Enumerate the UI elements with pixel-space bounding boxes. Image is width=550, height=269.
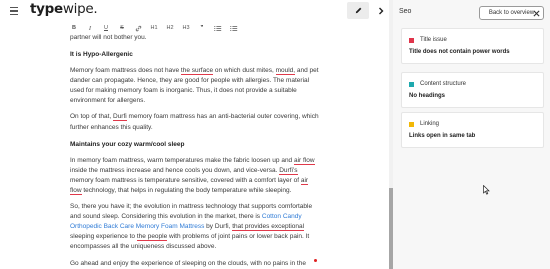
seo-card-title-issue[interactable]: Title issue Title does not contain power… (401, 28, 544, 64)
card-label: Linking (420, 121, 440, 127)
heading-cozy-sleep: Maintains your cozy warm/cool sleep (70, 140, 185, 148)
paragraph: On top of that, Durfi memory foam mattre… (70, 113, 319, 131)
spelling-mark[interactable]: that provides exceptional (232, 223, 305, 232)
issue-marker (314, 259, 317, 262)
app-logo: typewipe. (30, 1, 98, 17)
card-value: Title does not contain power words (409, 49, 510, 55)
link-icon (135, 25, 141, 31)
close-icon[interactable] (530, 6, 542, 20)
editor-content[interactable]: partner will not bother you. It is Hypo-… (70, 33, 320, 269)
paragraph: Go ahead and enjoy the experience of sle… (70, 259, 306, 267)
sidebar-title: Seo (399, 8, 412, 15)
spelling-mark[interactable]: air flow (293, 156, 315, 165)
seo-card-linking[interactable]: Linking Links open in same tab (401, 112, 544, 148)
spelling-mark[interactable]: Durfi (113, 113, 127, 122)
paragraph: Memory foam mattress does not have the s… (70, 67, 319, 105)
card-label: Content structure (420, 81, 467, 87)
spelling-mark[interactable]: mould, (275, 67, 296, 76)
card-value: No headings (409, 93, 446, 99)
spelling-mark[interactable]: the people (136, 233, 168, 242)
chevron-right-icon (379, 7, 384, 14)
spelling-mark[interactable]: the surface (180, 67, 214, 76)
spelling-mark[interactable]: Durfi’s (279, 166, 298, 175)
bullet-list-icon (230, 25, 238, 31)
heading-hypo-allergenic: It is Hypo-Allergenic (70, 51, 133, 59)
paragraph: So, there you have it; the evolution in … (70, 203, 313, 251)
paragraph: partner will not bother you. (70, 34, 147, 41)
collapse-panel-button[interactable] (375, 3, 387, 18)
card-value: Links open in same tab (409, 133, 476, 139)
card-label: Title issue (420, 37, 447, 43)
seo-card-content-structure[interactable]: Content structure No headings (401, 72, 544, 108)
ordered-list-icon (214, 25, 222, 31)
status-swatch (409, 81, 414, 87)
hamburger-menu-icon[interactable] (7, 4, 21, 18)
edit-mode-button[interactable] (347, 2, 369, 19)
paragraph: In memory foam mattress, warm temperatur… (70, 156, 315, 195)
status-swatch (409, 121, 414, 127)
pen-icon (355, 7, 361, 14)
status-swatch (409, 37, 414, 43)
mouse-pointer-icon (483, 185, 490, 195)
